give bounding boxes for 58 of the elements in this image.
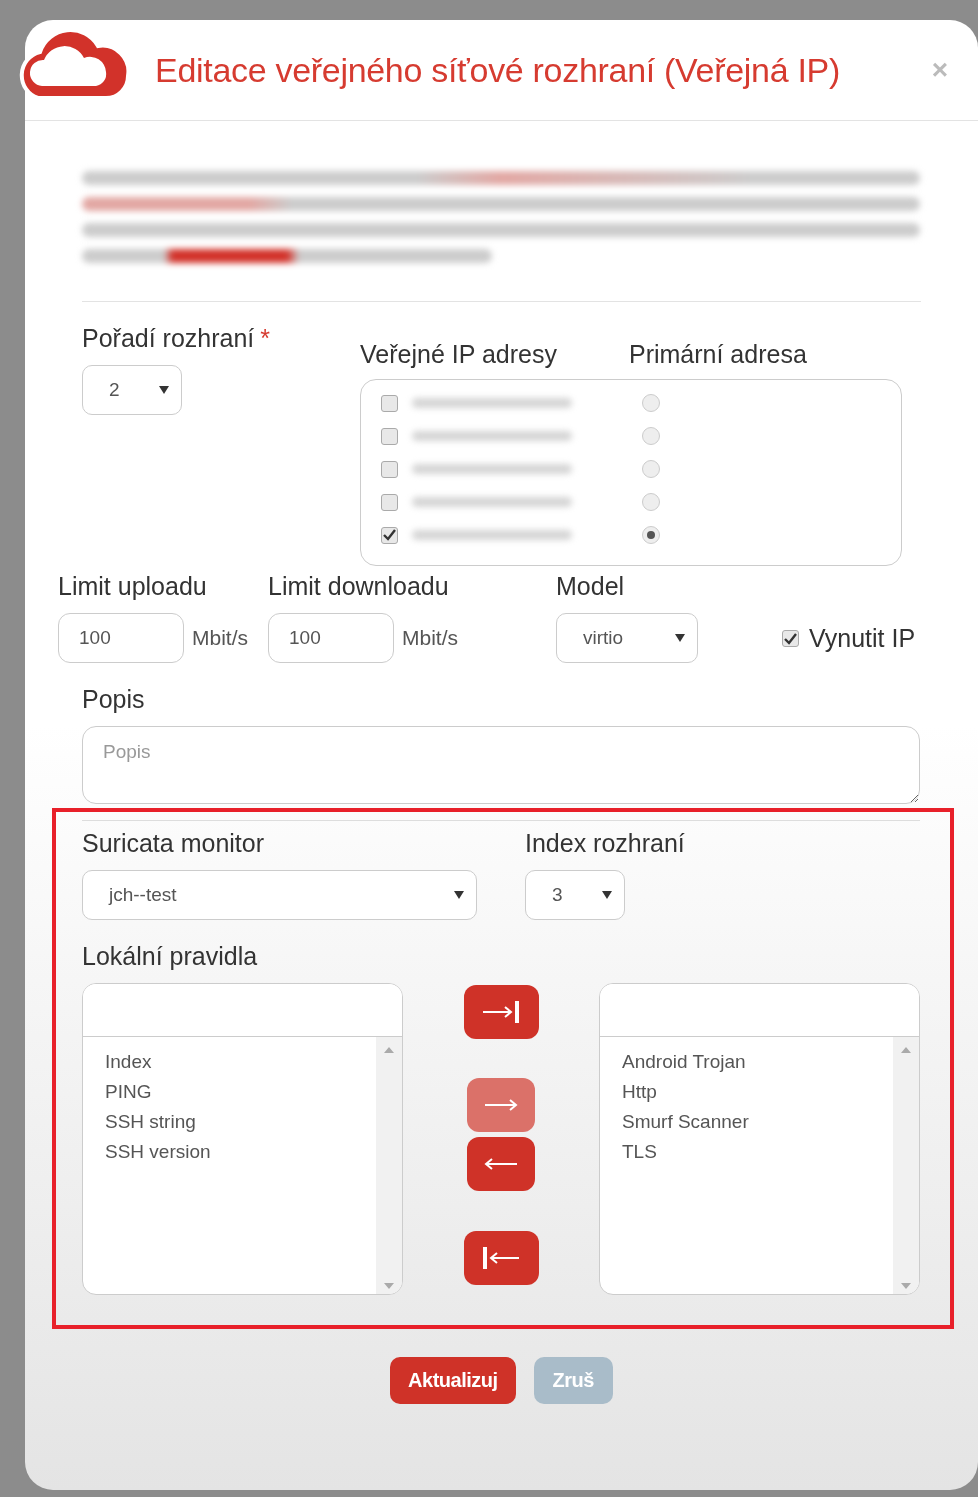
field-label: Lokální pravidla [82, 942, 259, 971]
column-label: Veřejné IP adresy [360, 340, 557, 369]
dialog-title: Editace veřejného síťové rozhraní (Veřejná IP) [155, 50, 840, 90]
list-item[interactable]: Android Trojan [622, 1047, 871, 1077]
radio-button[interactable] [642, 460, 661, 478]
left-arrow-icon [484, 1157, 518, 1171]
caret-icon [602, 890, 612, 900]
radio-button[interactable] [642, 526, 661, 544]
column-label: Primární adresa [628, 340, 807, 369]
field-label: Suricata monitor [82, 829, 266, 858]
checkbox-label: Vynutit IP [809, 624, 916, 653]
description-field[interactable]: Popis [82, 726, 920, 804]
radio-button[interactable] [642, 493, 661, 511]
list-item[interactable]: Smurf Scanner [622, 1107, 871, 1137]
unit-label: Mbit/s [402, 626, 459, 650]
move-button[interactable] [463, 1231, 539, 1285]
radio-button[interactable] [642, 427, 661, 445]
checkbox[interactable] [381, 394, 399, 412]
move-button[interactable] [463, 985, 539, 1039]
checkbox[interactable] [381, 493, 399, 511]
index-select[interactable]: 3 [525, 870, 625, 920]
list-item[interactable]: Index [105, 1047, 354, 1077]
list-item[interactable]: SSH version [105, 1137, 354, 1167]
field-label: Pořadí rozhraní * [82, 324, 271, 353]
list-item[interactable]: PING [105, 1077, 354, 1107]
caret-icon [454, 890, 464, 900]
field-label: Limit uploadu [58, 572, 208, 601]
checkbox[interactable] [381, 526, 399, 544]
scrollbar[interactable] [376, 1037, 402, 1294]
order-select[interactable]: 2 [82, 365, 182, 415]
check-icon [383, 529, 397, 541]
checkbox[interactable] [381, 460, 399, 478]
list-item[interactable]: Http [622, 1077, 871, 1107]
unit-label: Mbit/s [192, 626, 248, 650]
scrollbar[interactable] [893, 1037, 919, 1294]
right-arrow-icon [484, 1098, 518, 1112]
filter-field[interactable] [600, 984, 919, 1037]
caret-icon [675, 633, 686, 643]
radio-button[interactable] [642, 394, 661, 412]
move-button[interactable] [467, 1137, 535, 1191]
model-select[interactable]: virtio [556, 613, 699, 663]
field-label: Index rozhraní [525, 829, 685, 858]
arrow-from-bar-icon [481, 1245, 521, 1271]
field-label: Model [556, 572, 626, 601]
list-item[interactable]: TLS [622, 1137, 871, 1167]
input-field[interactable]: 100 [58, 613, 184, 663]
list-item[interactable]: SSH string [105, 1107, 354, 1137]
field-label: Popis [82, 685, 146, 714]
input-field[interactable]: 100 [268, 613, 394, 663]
monitor-select[interactable]: jch--test [82, 870, 477, 920]
checkbox[interactable] [381, 427, 399, 445]
caret-icon [159, 385, 169, 395]
field-label: Limit downloadu [268, 572, 450, 601]
arrow-to-bar-icon [481, 999, 521, 1025]
checkbox[interactable] [782, 630, 800, 647]
update-button[interactable]: Aktualizuj [390, 1357, 516, 1404]
check-icon [784, 632, 798, 645]
filter-field[interactable] [83, 984, 402, 1037]
